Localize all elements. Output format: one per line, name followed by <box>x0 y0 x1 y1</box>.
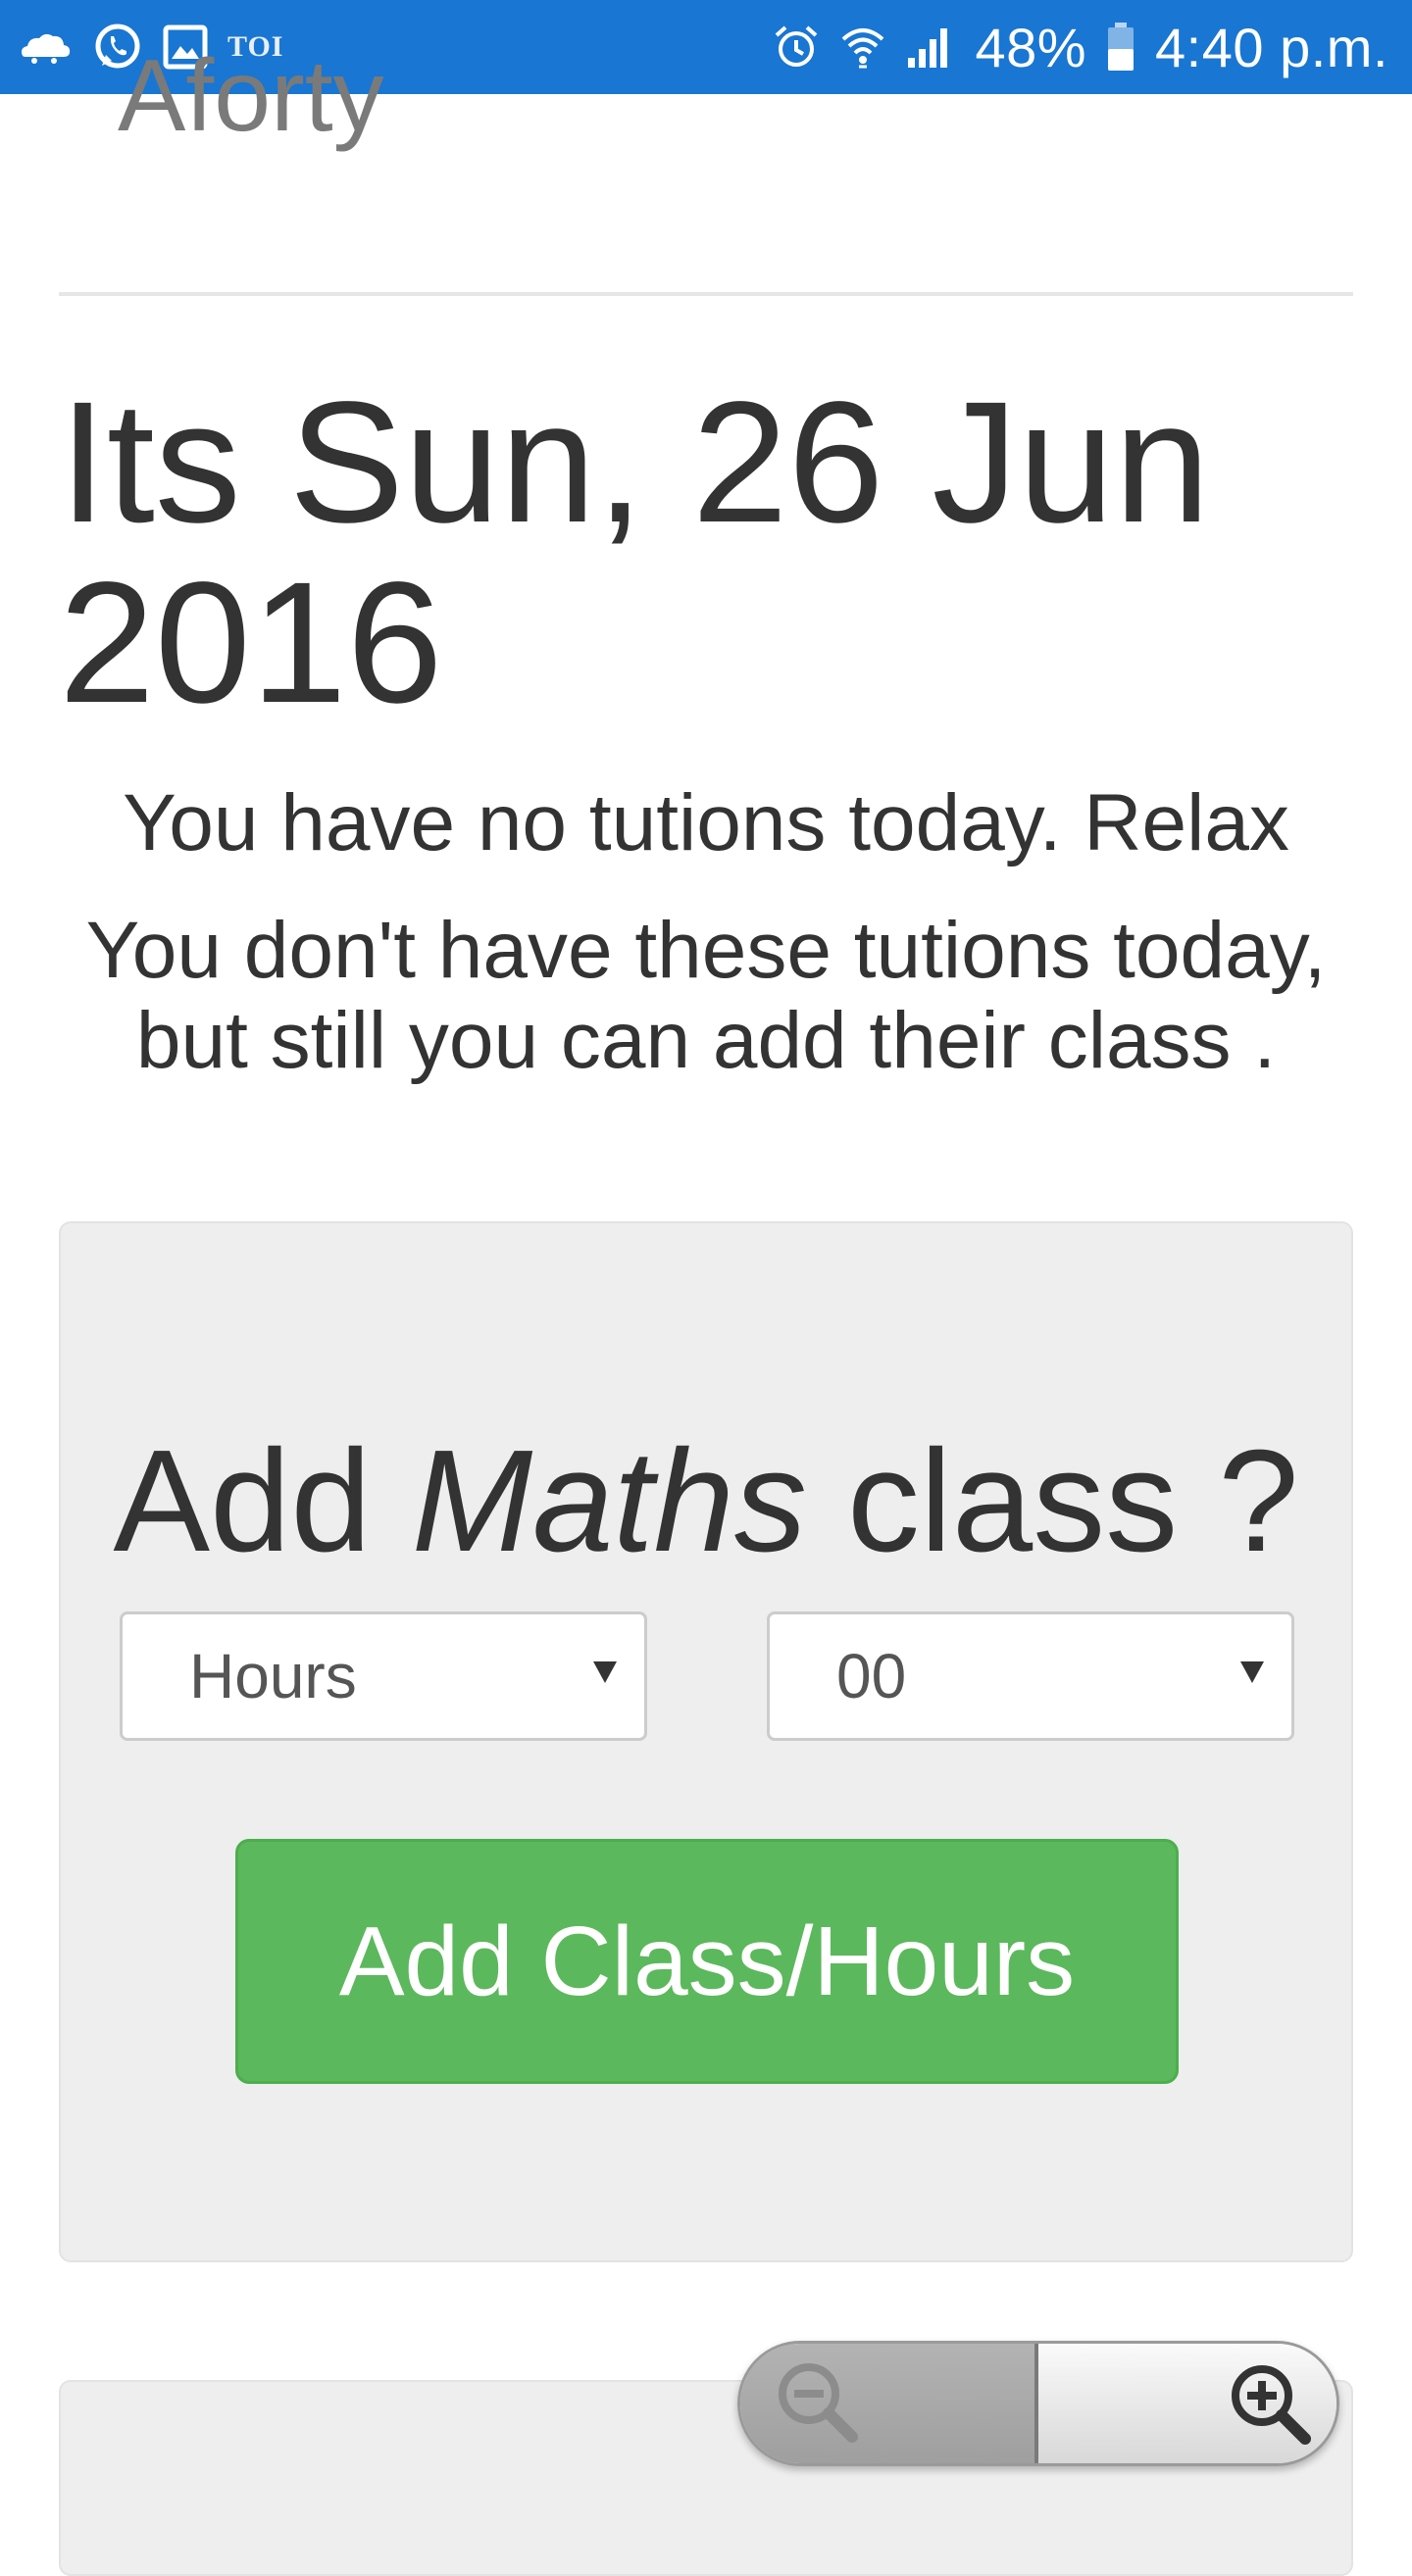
add-class-hours-button[interactable]: Add Class/Hours <box>235 1839 1179 2084</box>
hours-select[interactable]: Hours <box>120 1611 647 1741</box>
minutes-select-value: 00 <box>836 1641 907 1711</box>
wifi-icon <box>839 24 886 71</box>
chevron-down-icon <box>1240 1661 1264 1683</box>
hours-select-value: Hours <box>189 1641 357 1711</box>
zoom-out-icon <box>770 2354 864 2453</box>
subject-name: Maths <box>411 1420 807 1582</box>
zoom-in-icon <box>1221 2354 1315 2453</box>
heading-suffix: class ? <box>806 1420 1299 1582</box>
battery-icon <box>1106 22 1135 73</box>
zoom-in-button[interactable] <box>1038 2344 1336 2463</box>
header-divider <box>59 292 1353 296</box>
no-tutions-message: You have no tutions today. Relax <box>123 778 1289 867</box>
suggestion-message: You don't have these tutions today, but … <box>85 906 1327 1085</box>
minutes-select[interactable]: 00 <box>767 1611 1294 1741</box>
date-heading: Its Sun, 26 Jun 2016 <box>59 367 1211 739</box>
heading-prefix: Add <box>113 1420 412 1582</box>
zoom-control <box>737 2341 1339 2466</box>
zoom-out-button[interactable] <box>740 2344 1038 2463</box>
add-class-panel: Add Maths class ? Hours 00 Add Class/Hou… <box>59 1221 1353 2262</box>
clock: 4:40 p.m. <box>1155 16 1388 78</box>
status-right-group: 48% 4:40 p.m. <box>773 16 1388 79</box>
alarm-icon <box>773 24 820 71</box>
brand-logo-text[interactable]: Aforty <box>118 45 384 147</box>
chevron-down-icon <box>593 1661 617 1683</box>
signal-icon <box>906 25 955 70</box>
battery-percentage: 48% <box>975 16 1087 78</box>
cloud-icon <box>18 27 73 67</box>
add-class-heading: Add Maths class ? <box>61 1423 1351 1580</box>
